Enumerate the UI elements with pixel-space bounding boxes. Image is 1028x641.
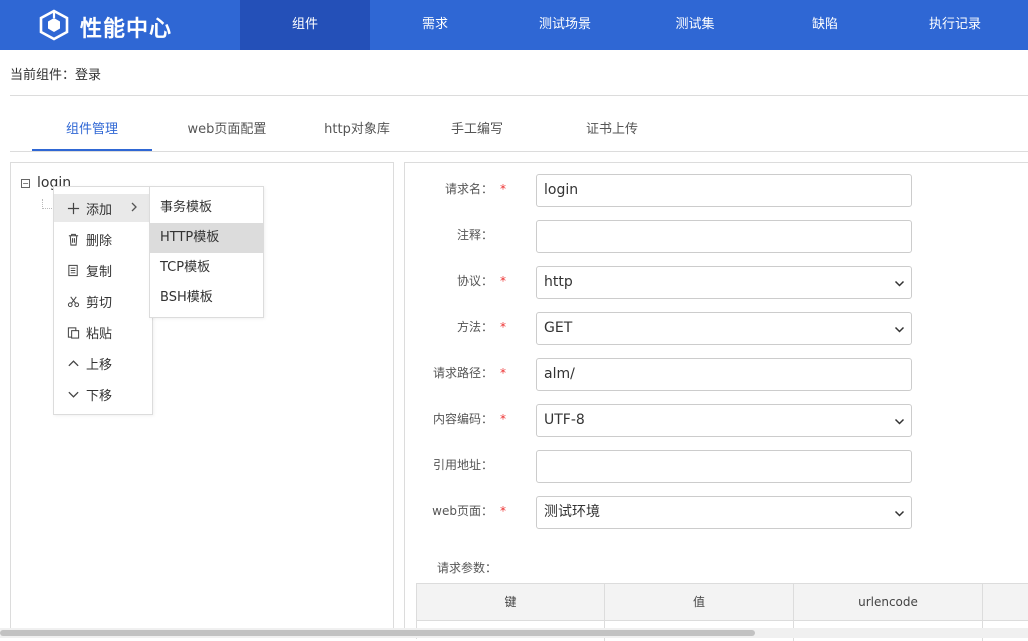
context-menu-add[interactable]: 添加	[54, 194, 152, 222]
context-menu-label: 剪切	[86, 295, 113, 311]
method-value: GET	[544, 320, 573, 336]
chevron-down-icon	[66, 387, 80, 401]
paste-icon	[66, 325, 80, 339]
encoding-label: 内容编码：	[432, 412, 493, 426]
form-row-comment: 注释：	[405, 220, 1028, 254]
chevron-down-icon	[894, 326, 905, 333]
nav-item-requirement[interactable]: 需求	[370, 0, 500, 50]
form-row-ref-address: 引用地址：	[405, 450, 1028, 484]
horizontal-scrollbar[interactable]	[0, 628, 1028, 638]
path-label: 请求路径：	[432, 366, 493, 380]
context-menu-label: 粘贴	[86, 326, 113, 342]
required-mark: *	[500, 182, 506, 196]
breadcrumb-divider	[10, 95, 1028, 96]
app-logo[interactable]: 性能中心	[38, 9, 172, 45]
tabs-divider	[10, 151, 1028, 152]
context-menu-label: 复制	[86, 264, 113, 280]
required-mark: *	[500, 412, 506, 426]
method-select[interactable]: GET	[536, 312, 912, 345]
add-submenu: 事务模板 HTTP模板 TCP模板 BSH模板	[149, 186, 264, 318]
tab-web-page-config[interactable]: web页面配置	[152, 110, 302, 151]
comment-label: 注释：	[456, 228, 493, 242]
context-menu-label: 删除	[86, 233, 113, 249]
context-menu-move-up[interactable]: 上移	[54, 349, 152, 377]
cube-logo-icon	[38, 9, 70, 45]
submenu-http-template[interactable]: HTTP模板	[150, 223, 263, 253]
ref-address-label: 引用地址：	[432, 458, 493, 472]
copy-icon	[66, 263, 80, 277]
context-menu-cut[interactable]: 剪切	[54, 287, 152, 315]
required-mark: *	[500, 320, 506, 334]
context-menu-label: 添加	[86, 202, 113, 218]
protocol-value: http	[544, 274, 573, 290]
form-row-method: 方法： * GET	[405, 312, 1028, 346]
context-menu-label: 上移	[86, 357, 113, 373]
request-name-label: 请求名：	[444, 182, 493, 196]
context-menu-paste[interactable]: 粘贴	[54, 318, 152, 346]
context-menu-delete[interactable]: 删除	[54, 225, 152, 253]
nav-item-execution-record[interactable]: 执行记录	[890, 0, 1020, 50]
comment-input[interactable]	[536, 220, 912, 253]
tab-manual-write[interactable]: 手工编写	[412, 110, 542, 151]
context-menu-copy[interactable]: 复制	[54, 256, 152, 284]
tab-certificate-upload[interactable]: 证书上传	[542, 110, 682, 151]
required-mark: *	[500, 274, 506, 288]
context-menu: 添加 删除 复制 剪切 粘贴 上移 下移	[53, 186, 153, 415]
submenu-transaction-template[interactable]: 事务模板	[150, 193, 263, 223]
chevron-down-icon	[894, 510, 905, 517]
chevron-down-icon	[894, 418, 905, 425]
params-header-action	[983, 584, 1028, 621]
request-name-input[interactable]: login	[536, 174, 912, 207]
app-title: 性能中心	[80, 17, 173, 42]
chevron-down-icon	[894, 280, 905, 287]
context-menu-label: 下移	[86, 388, 113, 404]
tab-component-management[interactable]: 组件管理	[32, 110, 152, 151]
trash-icon	[66, 232, 80, 246]
breadcrumb: 当前组件：登录	[10, 68, 102, 83]
required-mark: *	[500, 504, 506, 518]
form-row-path: 请求路径： * alm/	[405, 358, 1028, 392]
scrollbar-thumb[interactable]	[0, 630, 755, 636]
nav-item-test-scenario[interactable]: 测试场景	[500, 0, 630, 50]
plus-icon	[66, 201, 80, 215]
nav-item-defect[interactable]: 缺陷	[760, 0, 890, 50]
request-form-panel: 请求名： * login 注释： 协议： * http 方法： * GET 请求…	[404, 162, 1028, 641]
tab-bar: 组件管理 web页面配置 http对象库 手工编写 证书上传	[32, 110, 682, 151]
params-header-key: 键	[417, 584, 605, 621]
web-page-select[interactable]: 测试环境	[536, 496, 912, 529]
request-params-label: 请求参数：	[437, 561, 498, 575]
required-mark: *	[500, 366, 506, 380]
protocol-label: 协议：	[456, 274, 493, 288]
web-page-label: web页面：	[432, 504, 493, 518]
encoding-select[interactable]: UTF-8	[536, 404, 912, 437]
path-input[interactable]: alm/	[536, 358, 912, 391]
protocol-select[interactable]: http	[536, 266, 912, 299]
nav-item-component[interactable]: 组件	[240, 0, 370, 50]
submenu-tcp-template[interactable]: TCP模板	[150, 253, 263, 283]
params-header-value: 值	[605, 584, 794, 621]
top-nav-bar: 性能中心 组件 需求 测试场景 测试集 缺陷 执行记录	[0, 0, 1028, 50]
web-page-value: 测试环境	[544, 504, 600, 520]
submenu-bsh-template[interactable]: BSH模板	[150, 283, 263, 313]
tree-connector-line	[42, 199, 52, 209]
ref-address-input[interactable]	[536, 450, 912, 483]
chevron-up-icon	[66, 356, 80, 370]
form-row-encoding: 内容编码： * UTF-8	[405, 404, 1028, 438]
encoding-value: UTF-8	[544, 412, 585, 428]
chevron-right-icon	[131, 202, 137, 212]
form-row-protocol: 协议： * http	[405, 266, 1028, 300]
form-row-web-page: web页面： * 测试环境	[405, 496, 1028, 530]
main-nav: 组件 需求 测试场景 测试集 缺陷 执行记录	[240, 0, 1020, 50]
params-header-urlencode: urlencode	[794, 584, 983, 621]
nav-item-test-set[interactable]: 测试集	[630, 0, 760, 50]
method-label: 方法：	[456, 320, 493, 334]
form-row-request-name: 请求名： * login	[405, 174, 1028, 208]
tab-http-object-library[interactable]: http对象库	[302, 110, 412, 151]
scissors-icon	[66, 294, 80, 308]
collapse-toggle-icon[interactable]: −	[21, 178, 30, 188]
context-menu-move-down[interactable]: 下移	[54, 380, 152, 408]
